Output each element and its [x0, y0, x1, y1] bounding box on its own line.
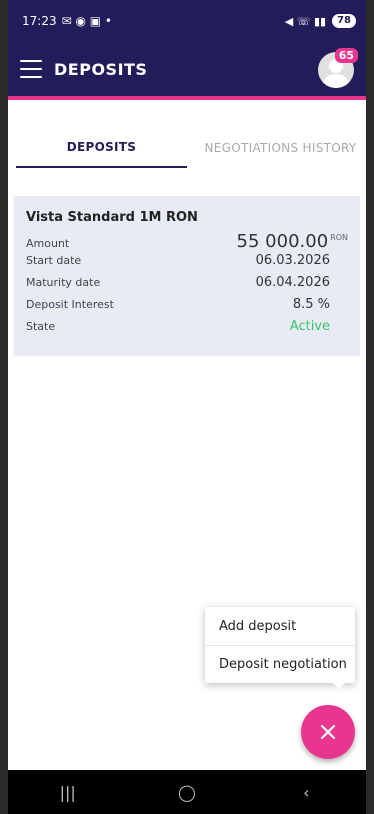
menu-icon[interactable] — [20, 60, 42, 78]
maturity-date-row: Maturity date 06.04.2026 — [26, 275, 348, 297]
maturity-date-label: Maturity date — [26, 276, 101, 289]
add-deposit-menu-item[interactable]: Add deposit — [205, 607, 355, 645]
amount-value: 55 000.00 RON — [237, 231, 348, 252]
amount-label: Amount — [26, 237, 70, 250]
app-bar: DEPOSITS 65 — [8, 42, 366, 100]
interest-row: Deposit Interest 8.5 % — [26, 297, 348, 319]
amount-number: 55 000.00 — [236, 231, 329, 252]
state-row: State Active — [26, 319, 348, 341]
home-icon[interactable]: ◯ — [167, 783, 207, 802]
system-nav-bar: ||| ◯ ‹ — [8, 770, 366, 814]
amount-row: Amount 55 000.00 RON — [26, 231, 348, 253]
phone-screen: 17:23 ✉ ◉ ▣ • ◀ ☏ ▮▮ 78 DEPOSITS 65 DEPO… — [8, 0, 366, 814]
notification-icons: ✉ ◉ ▣ • — [61, 14, 112, 28]
status-time: 17:23 — [22, 14, 57, 28]
close-fab-button[interactable] — [301, 705, 355, 759]
battery-indicator: 78 — [332, 14, 356, 28]
start-date-row: Start date 06.03.2026 — [26, 253, 348, 275]
status-bar: 17:23 ✉ ◉ ▣ • ◀ ☏ ▮▮ 78 — [8, 0, 366, 42]
tab-negotiations-history[interactable]: NEGOTIATIONS HISTORY — [195, 128, 366, 168]
page-title: DEPOSITS — [54, 59, 148, 79]
state-label: State — [26, 320, 56, 333]
notification-badge: 65 — [334, 48, 358, 63]
back-icon[interactable]: ‹ — [286, 783, 326, 802]
amount-currency: RON — [330, 233, 348, 242]
close-icon — [320, 724, 336, 740]
recents-icon[interactable]: ||| — [48, 783, 88, 802]
signal-icons: ◀ ☏ ▮▮ — [284, 14, 327, 28]
tab-bar: DEPOSITS NEGOTIATIONS HISTORY — [8, 128, 366, 168]
interest-value: 8.5 % — [292, 297, 330, 312]
state-value: Active — [289, 319, 330, 334]
interest-label: Deposit Interest — [26, 298, 114, 311]
maturity-date-value: 06.04.2026 — [255, 275, 330, 290]
tab-deposits[interactable]: DEPOSITS — [16, 128, 187, 168]
deposit-name: Vista Standard 1M RON — [26, 210, 198, 225]
deposit-card[interactable]: Vista Standard 1M RON Amount 55 000.00 RO… — [14, 196, 360, 355]
fab-popup-menu: Add deposit Deposit negotiation — [205, 607, 355, 689]
avatar-body — [323, 74, 349, 88]
start-date-value: 06.03.2026 — [255, 253, 330, 268]
start-date-label: Start date — [26, 254, 82, 267]
deposit-negotiation-menu-item[interactable]: Deposit negotiation — [205, 645, 355, 683]
